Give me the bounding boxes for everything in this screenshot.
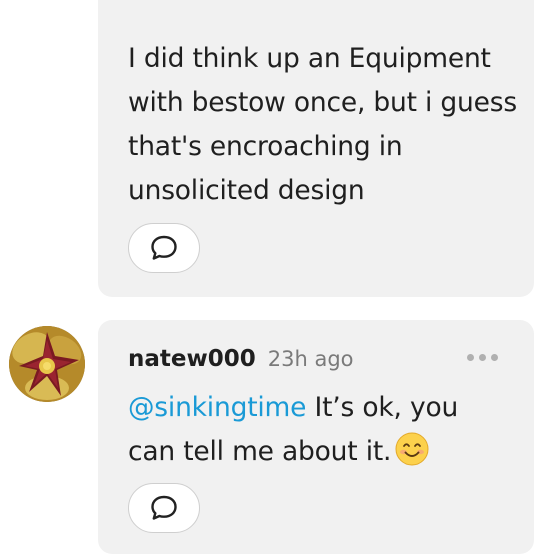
flower-photo-avatar bbox=[9, 326, 85, 402]
comment-bubble: I did think up an Equipment with bestow … bbox=[98, 0, 534, 297]
comment-text: I did think up an Equipment with bestow … bbox=[128, 43, 517, 206]
more-horizontal-icon bbox=[467, 354, 474, 361]
reply-button[interactable] bbox=[128, 483, 200, 533]
chat-bubble-icon bbox=[151, 495, 177, 520]
more-options-button[interactable] bbox=[467, 354, 498, 361]
comment-text: @sinkingtime It’s ok, you can tell me ab… bbox=[128, 386, 508, 474]
reply-button[interactable] bbox=[128, 223, 200, 273]
user-mention-link[interactable]: @sinkingtime bbox=[128, 392, 306, 423]
timestamp[interactable]: 23h ago bbox=[268, 347, 354, 371]
smiling-face-emoji bbox=[395, 432, 429, 466]
username[interactable]: natew000 bbox=[128, 346, 256, 372]
comment-bubble: natew000 23h ago @sinkingtime It’s ok, y… bbox=[98, 320, 534, 554]
chat-bubble-icon bbox=[151, 235, 177, 260]
comment-meta: natew000 23h ago bbox=[128, 346, 354, 372]
avatar[interactable] bbox=[9, 326, 85, 402]
